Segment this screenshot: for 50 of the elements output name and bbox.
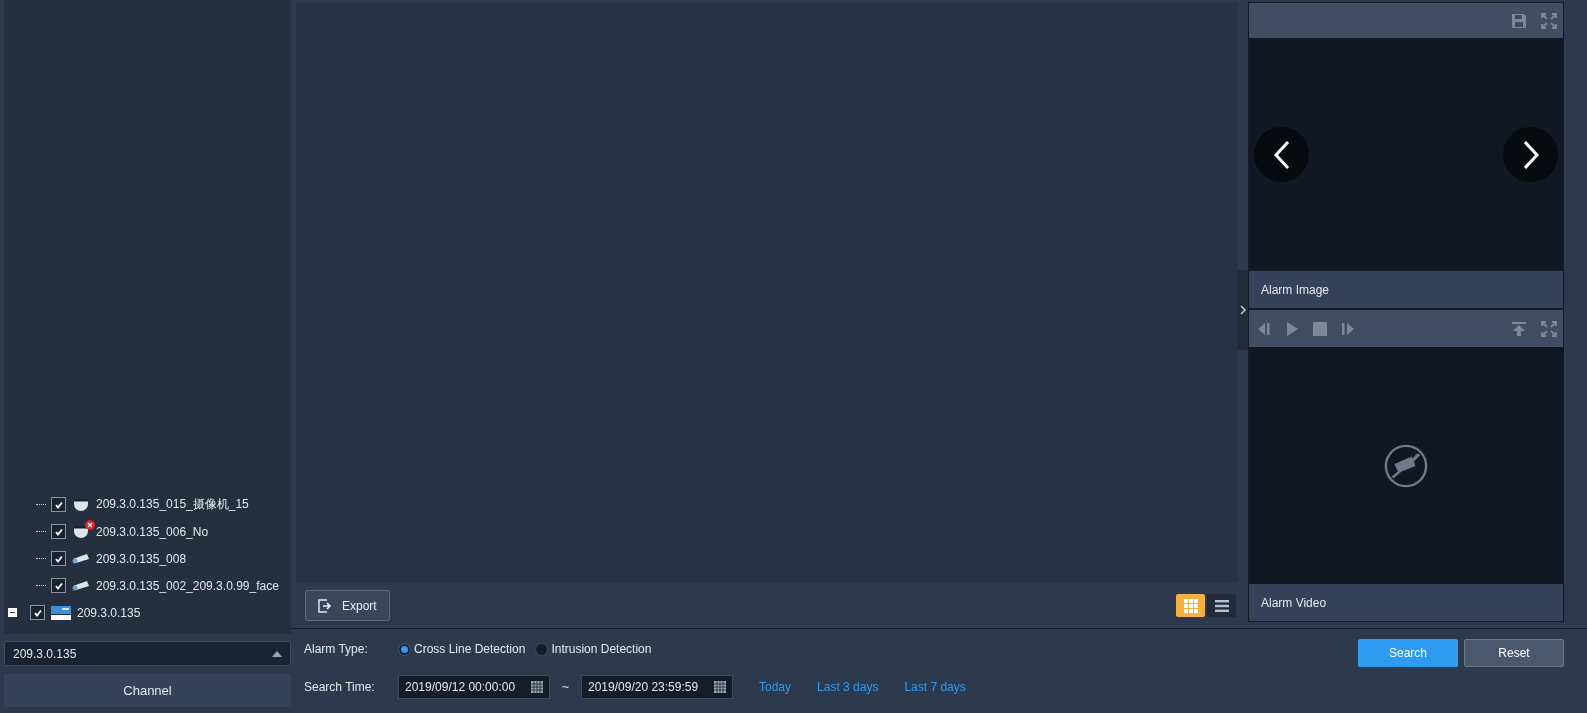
channel-tab[interactable]: Channel: [4, 674, 291, 707]
quick-range-link[interactable]: Today: [759, 680, 792, 694]
chevron-left-icon: [1271, 139, 1292, 170]
collapse-toggle[interactable]: [8, 608, 17, 617]
calendar-icon[interactable]: [531, 681, 543, 693]
calendar-icon[interactable]: [714, 681, 726, 693]
chevron-right-icon: [1240, 305, 1246, 315]
alarm-image-label: Alarm Image: [1249, 271, 1563, 308]
no-camera-icon: [1383, 442, 1429, 489]
device-tree-item[interactable]: 209.3.0.135: [77, 605, 141, 620]
reset-button[interactable]: Reset: [1464, 639, 1564, 667]
fullscreen-icon[interactable]: [1541, 320, 1557, 337]
check-icon: [32, 607, 43, 618]
collapse-handle[interactable]: [1238, 270, 1248, 350]
checkbox[interactable]: [30, 605, 45, 620]
search-time-label: Search Time:: [304, 680, 376, 694]
alarm-type-label: Alarm Type:: [304, 642, 369, 656]
fullscreen-icon[interactable]: [1541, 12, 1557, 29]
check-icon: [53, 526, 64, 537]
recorder-icon: [50, 604, 72, 621]
list-view-button[interactable]: [1207, 594, 1236, 617]
channel-dropdown[interactable]: 209.3.0.135: [4, 641, 291, 666]
radio-option[interactable]: Intrusion Detection: [535, 642, 652, 656]
radio-option[interactable]: Cross Line Detection: [398, 642, 526, 656]
export-icon: [318, 598, 334, 613]
checkbox[interactable]: [51, 497, 66, 512]
channel-tree-item[interactable]: 209.3.0.135_015_摄像机_15: [96, 496, 249, 513]
checkbox[interactable]: [51, 578, 66, 593]
list-icon: [1214, 599, 1229, 612]
alarm-video-label: Alarm Video: [1249, 584, 1563, 621]
stop-icon[interactable]: [1313, 321, 1327, 336]
export-button[interactable]: Export: [305, 590, 390, 621]
channel-tree-item[interactable]: 209.3.0.135_006_No: [96, 524, 209, 539]
check-icon: [53, 499, 64, 510]
channel-tree-item[interactable]: 209.3.0.135_008: [96, 551, 187, 566]
check-icon: [53, 553, 64, 564]
check-icon: [53, 580, 64, 591]
channel-tree-item[interactable]: 209.3.0.135_002_209.3.0.99_face: [96, 578, 279, 593]
checkbox[interactable]: [51, 524, 66, 539]
caret-icon: [272, 650, 282, 657]
end-time-field[interactable]: 2019/09/20 23:59:59: [581, 675, 733, 699]
checkbox[interactable]: [51, 551, 66, 566]
range-separator: ~: [562, 680, 569, 694]
save-icon[interactable]: [1511, 12, 1527, 29]
quick-range-link[interactable]: Last 7 days: [904, 680, 966, 694]
grid-icon: [1183, 598, 1198, 613]
play-icon[interactable]: [1285, 321, 1299, 336]
upload-icon[interactable]: [1511, 320, 1527, 337]
quick-range-link[interactable]: Last 3 days: [817, 680, 879, 694]
start-time-field[interactable]: 2019/09/12 00:00:00: [398, 675, 550, 699]
